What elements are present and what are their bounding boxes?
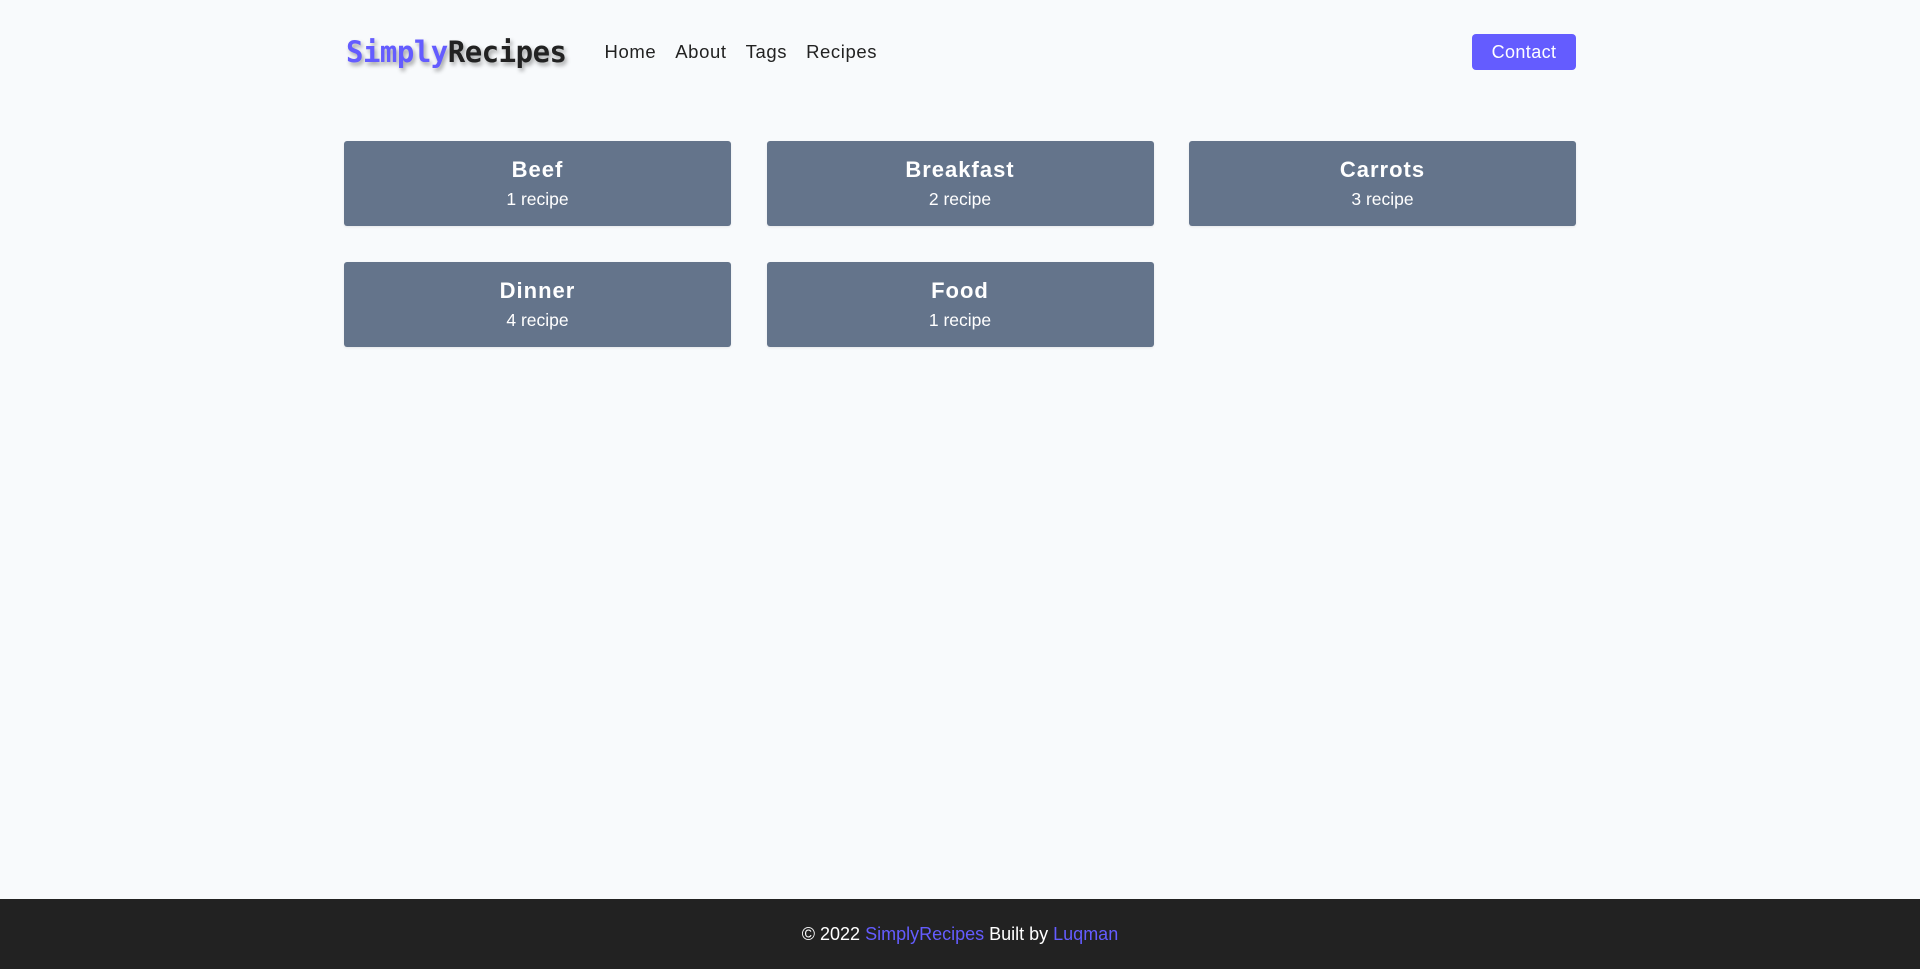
nav-link-home[interactable]: Home: [604, 41, 656, 63]
tag-name: Food: [931, 278, 989, 304]
tag-count: 4 recipe: [506, 309, 569, 330]
footer-author-link[interactable]: Luqman: [1053, 924, 1118, 945]
nav-link-recipes[interactable]: Recipes: [806, 41, 877, 63]
tag-card-food[interactable]: Food 1 recipe: [766, 262, 1154, 347]
logo-part-recipes: Recipes: [447, 35, 567, 69]
tag-count: 3 recipe: [1351, 188, 1414, 209]
nav-links: Home About Tags Recipes: [604, 41, 896, 63]
nav-link-tags[interactable]: Tags: [746, 41, 787, 63]
footer-copyright: © 2022: [801, 923, 866, 944]
tags-grid: Beef 1 recipe Breakfast 2 recipe Carrots…: [344, 141, 1576, 347]
tag-name: Dinner: [499, 278, 576, 304]
navbar: SimplyRecipes Home About Tags Recipes Co…: [344, 30, 1576, 74]
tag-count: 1 recipe: [928, 309, 992, 330]
tag-card-carrots[interactable]: Carrots 3 recipe: [1189, 141, 1576, 226]
tag-card-dinner[interactable]: Dinner 4 recipe: [344, 262, 731, 347]
nav-link-about[interactable]: About: [675, 41, 726, 63]
tag-card-breakfast[interactable]: Breakfast 2 recipe: [766, 141, 1154, 226]
tag-count: 2 recipe: [928, 188, 992, 209]
footer: © 2022 SimplyRecipes Built by Luqman: [0, 899, 1920, 969]
tag-card-beef[interactable]: Beef 1 recipe: [344, 141, 731, 226]
tag-name: Beef: [511, 157, 564, 183]
logo-part-simply: Simply: [346, 35, 448, 69]
contact-button[interactable]: Contact: [1472, 34, 1576, 70]
footer-site-link[interactable]: SimplyRecipes: [865, 924, 984, 945]
tag-name: Carrots: [1339, 157, 1426, 183]
tag-count: 1 recipe: [506, 188, 569, 209]
site-logo[interactable]: SimplyRecipes: [346, 35, 567, 69]
footer-built-by: Built by: [984, 923, 1054, 944]
tag-name: Breakfast: [905, 157, 1015, 183]
